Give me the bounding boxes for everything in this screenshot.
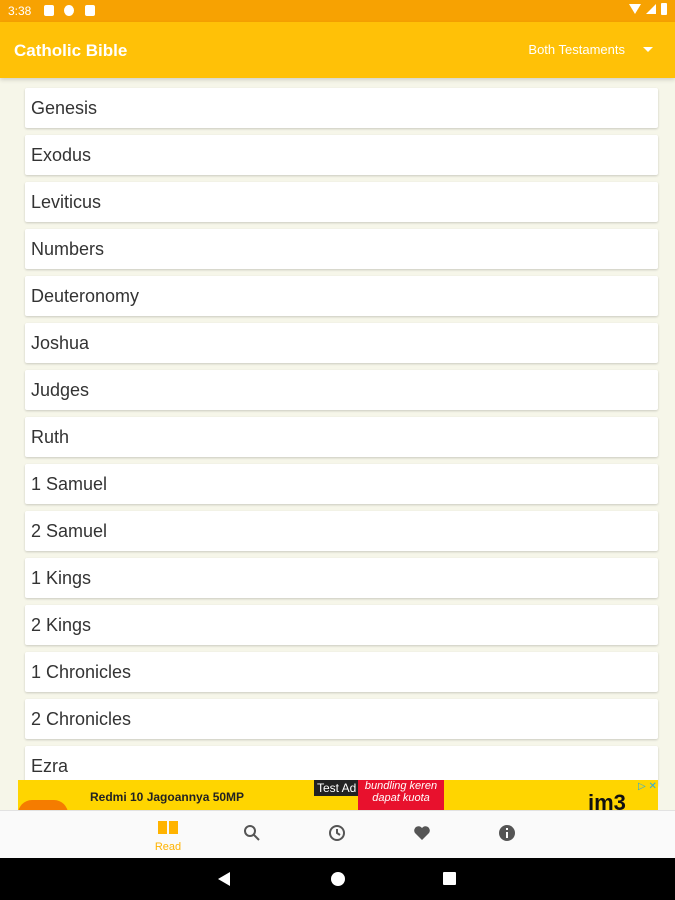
book-item-2-samuel[interactable]: 2 Samuel (25, 511, 658, 551)
dropdown-caret-icon (643, 47, 653, 52)
testament-dropdown[interactable]: Both Testaments (528, 42, 653, 57)
book-item-deuteronomy[interactable]: Deuteronomy (25, 276, 658, 316)
book-icon (157, 819, 179, 840)
book-label: 2 Kings (31, 614, 92, 635)
heart-icon (413, 824, 431, 847)
book-label: Judges (31, 379, 90, 400)
status-bar: 3:38 (0, 0, 675, 22)
ad-headline: Redmi 10 Jagoannya 50MP (90, 790, 245, 804)
book-item-genesis[interactable]: Genesis (25, 88, 658, 128)
book-item-exodus[interactable]: Exodus (25, 135, 658, 175)
system-navigation-bar (0, 858, 675, 900)
book-item-numbers[interactable]: Numbers (25, 229, 658, 269)
ad-banner[interactable]: Redmi 10 Jagoannya 50MP Test Ad bundling… (18, 780, 658, 810)
wifi-icon (629, 4, 641, 14)
book-label: Leviticus (31, 191, 102, 212)
book-list: Genesis Exodus Leviticus Numbers Deutero… (25, 88, 658, 793)
app-bar: Catholic Bible Both Testaments (0, 22, 675, 78)
status-right-icons (629, 3, 667, 15)
nav-history[interactable] (307, 811, 367, 859)
status-time: 3:38 (8, 4, 32, 18)
book-label: Ruth (31, 426, 70, 447)
nav-read-label: Read (154, 841, 182, 853)
storage-icon (85, 5, 95, 16)
search-icon (243, 824, 261, 847)
ad-logo: im3 (588, 790, 626, 810)
book-item-1-chronicles[interactable]: 1 Chronicles (25, 652, 658, 692)
sim-icon (44, 5, 54, 16)
battery-icon (661, 3, 667, 15)
book-label: Numbers (31, 238, 105, 259)
test-ad-label: Test Ad (314, 780, 360, 796)
testament-dropdown-label: Both Testaments (528, 42, 625, 57)
nav-search[interactable] (222, 811, 282, 859)
nav-read[interactable]: Read (138, 811, 198, 859)
book-label: 2 Chronicles (31, 708, 132, 729)
book-item-judges[interactable]: Judges (25, 370, 658, 410)
ad-graphic (18, 800, 68, 810)
book-item-2-kings[interactable]: 2 Kings (25, 605, 658, 645)
book-label: Exodus (31, 144, 92, 165)
history-icon (328, 824, 346, 847)
recents-icon[interactable] (443, 872, 456, 885)
nav-info[interactable] (477, 811, 537, 859)
book-item-joshua[interactable]: Joshua (25, 323, 658, 363)
book-label: Deuteronomy (31, 285, 140, 306)
info-icon (498, 824, 516, 847)
bottom-navigation: Read (0, 810, 675, 859)
back-icon[interactable] (218, 872, 230, 886)
ad-promo: bundling keren dapat kuota (358, 780, 444, 810)
book-label: Ezra (31, 755, 69, 776)
book-label: 1 Kings (31, 567, 92, 588)
book-label: Genesis (31, 97, 98, 118)
book-item-1-kings[interactable]: 1 Kings (25, 558, 658, 598)
book-item-ruth[interactable]: Ruth (25, 417, 658, 457)
app-title: Catholic Bible (14, 41, 128, 60)
book-item-1-samuel[interactable]: 1 Samuel (25, 464, 658, 504)
book-label: 1 Chronicles (31, 661, 132, 682)
book-label: 1 Samuel (31, 473, 108, 494)
app-notification-icon (64, 5, 74, 16)
nav-favorites[interactable] (392, 811, 452, 859)
book-label: 2 Samuel (31, 520, 108, 541)
book-item-leviticus[interactable]: Leviticus (25, 182, 658, 222)
home-icon[interactable] (331, 872, 345, 886)
signal-icon (646, 4, 656, 14)
book-label: Joshua (31, 332, 90, 353)
adchoices-icon[interactable]: ▷ ✕ (638, 781, 657, 792)
book-item-2-chronicles[interactable]: 2 Chronicles (25, 699, 658, 739)
